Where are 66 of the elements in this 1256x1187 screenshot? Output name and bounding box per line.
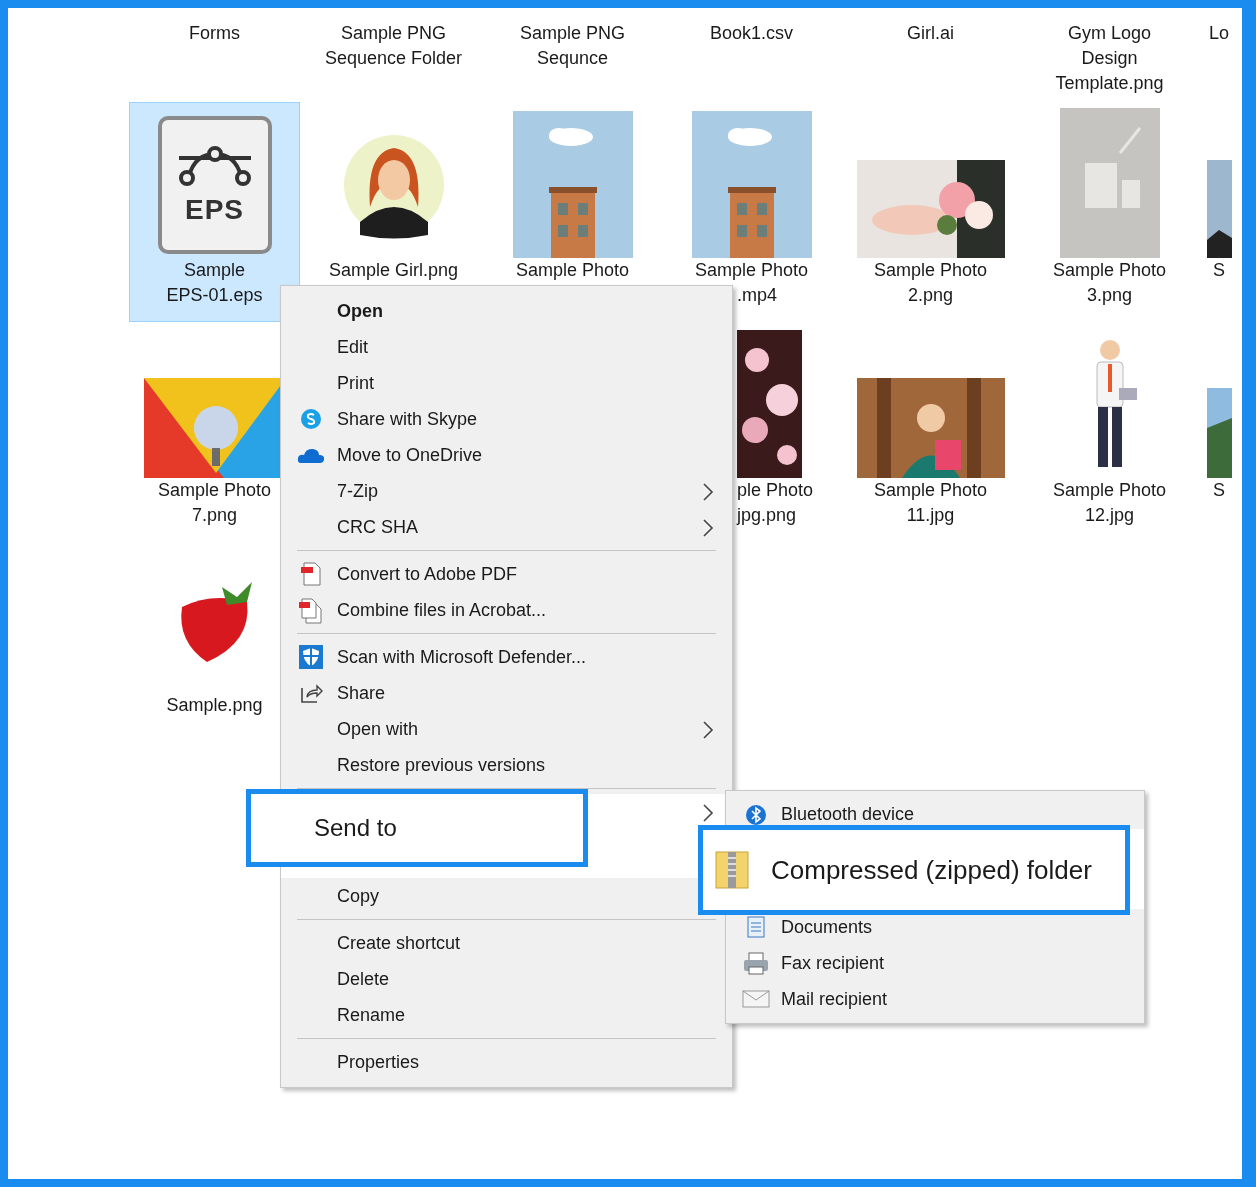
file-name: Sample Photo [515,259,630,282]
file-name: Girl.ai [907,22,954,45]
menu-item[interactable]: Fax recipient [726,945,885,981]
file-name: 7.png [191,504,237,527]
menu-item[interactable]: Open with [281,711,419,747]
menu-item[interactable]: Convert to Adobe PDF [281,556,518,592]
file-name: Sample Girl.png [328,259,459,282]
file-name: .mp4 [737,284,778,307]
file-name: Book1.csv [709,22,793,45]
share-icon [299,682,323,704]
shield-icon [298,644,324,670]
fax-icon [742,951,770,975]
file-name: Sequnce [536,47,609,70]
menu-item[interactable]: Compressed (zipped) folder [698,825,1130,915]
menu-item[interactable]: 7-Zip [281,473,378,509]
file-name: Gym Logo [1067,22,1151,45]
file-name: Sample Photo [694,259,809,282]
pdf-documents-icon [297,596,325,624]
cloud-icon [297,447,325,463]
menu-item[interactable]: Rename [281,997,406,1033]
menu-item[interactable]: Print [281,365,374,401]
file-name: Forms [189,22,240,45]
file-name: Sample [184,259,245,282]
file-name: S [1213,479,1225,502]
file-name: Sample PNG [519,22,625,45]
menu-item[interactable]: Restore previous versions [281,747,546,783]
menu-item[interactable]: Scan with Microsoft Defender... [281,639,587,675]
file-name: 2.png [907,284,953,307]
menu-item[interactable]: Share with Skype [281,401,478,437]
menu-item[interactable]: Send to [246,789,588,867]
file-name: S [1213,259,1225,282]
file-name: Sample PNG [340,22,446,45]
file-name: Template.png [1055,72,1164,95]
zip-folder-icon [715,850,749,890]
skype-icon [300,408,322,430]
bluetooth-icon [745,804,767,826]
menu-item[interactable]: Delete [281,961,390,997]
pdf-document-icon [299,561,323,587]
menu-item[interactable]: Combine files in Acrobat... [281,592,547,628]
mail-icon [742,989,770,1009]
menu-item[interactable]: Mail recipient [726,981,888,1017]
menu-item[interactable]: Share [281,675,386,711]
file-type-label: EPS [185,194,244,226]
file-name: Sample Photo [1052,259,1167,282]
menu-item[interactable]: Move to OneDrive [281,437,483,473]
file-name: Lo [1209,22,1229,45]
file-name: 11.jpg [906,504,955,527]
documents-icon [745,915,767,939]
menu-item[interactable]: Create shortcut [281,925,461,961]
file-name: Sample Photo [873,259,988,282]
menu-item[interactable]: Copy [281,878,380,914]
file-name: jpg.png [737,504,797,527]
menu-item[interactable]: Edit [281,329,369,365]
file-name: ple Photo [737,479,814,502]
menu-item[interactable]: Properties [281,1044,420,1080]
file-name: 3.png [1086,284,1132,307]
file-name: EPS-01.eps [166,284,263,307]
file-name: Sample Photo [1052,479,1167,502]
file-name: Sample.png [166,694,263,717]
file-name: 12.jpg [1084,504,1134,527]
file-name: Sample Photo [157,479,272,502]
file-name: Sequence Folder [324,47,463,70]
selected-file-tile[interactable]: EPS Sample EPS-01.eps [129,102,300,322]
menu-item[interactable]: CRC SHA [281,509,418,545]
file-name: Design [1081,47,1138,70]
file-name: Sample Photo [873,479,988,502]
